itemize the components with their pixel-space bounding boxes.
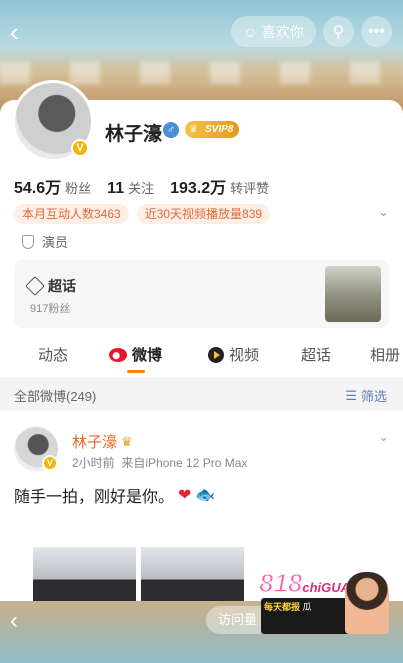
chevron-left-icon[interactable]: ‹ — [10, 607, 18, 635]
post-avatar[interactable]: V — [14, 427, 58, 471]
tab-album[interactable]: 相册 — [370, 344, 400, 365]
heart-icon: ❤ — [178, 487, 192, 504]
all-posts-label: 全部微博(249) — [14, 389, 97, 404]
more-icon: ••• — [368, 22, 385, 40]
chevron-left-icon: ‹ — [10, 17, 19, 47]
svip-badge[interactable]: SVIP8 — [185, 121, 240, 138]
profile-stats: 54.6万 粉丝 11 关注 193.2万 转评赞 — [14, 174, 269, 198]
chaohua-fans: 917粉丝 — [30, 303, 71, 315]
tab-chaohua[interactable]: 超话 — [301, 344, 331, 365]
shield-icon — [22, 234, 34, 249]
video-icon — [208, 346, 224, 363]
like-button[interactable]: ☺ 喜欢你 — [231, 16, 316, 47]
tab-weibo[interactable]: 微博 — [109, 344, 162, 365]
profile-name: 林子濠 — [105, 124, 163, 145]
ad-logo: 818chiGUA — [258, 567, 351, 599]
search-button[interactable]: ⚲ — [323, 16, 354, 47]
ad-banner: 每天都报 瓜 — [261, 598, 351, 634]
search-icon: ⚲ — [332, 23, 345, 41]
more-button[interactable]: ••• — [361, 16, 392, 47]
post-photo[interactable] — [33, 547, 136, 601]
weibo-icon — [109, 347, 127, 362]
filter-button[interactable]: ☰ 筛选 — [345, 386, 387, 405]
profile-role: 演员 — [22, 232, 68, 251]
profile-tabs: 动态 微博 视频 超话 相册 — [0, 340, 403, 374]
fan-icon: ☺ — [243, 23, 258, 40]
ad-person-image — [345, 572, 389, 634]
fish-icon: 🐟 — [195, 487, 216, 504]
stat-following[interactable]: 11 关注 — [107, 178, 154, 198]
chaohua-card[interactable]: 超话 917粉丝 — [14, 260, 389, 328]
verified-badge-icon: V — [42, 455, 58, 471]
male-icon: ♂ — [163, 122, 179, 138]
tag-video-views[interactable]: 近30天视频播放量839 — [136, 204, 271, 224]
profile-tags: 本月互动人数3463 近30天视频播放量839 — [14, 204, 271, 224]
chaohua-thumbnail — [325, 266, 381, 322]
ad-overlay[interactable]: 818chiGUA 每天都报 瓜 — [257, 567, 393, 638]
avatar[interactable]: V — [12, 80, 94, 162]
stat-reposts[interactable]: 193.2万 转评赞 — [170, 174, 269, 198]
like-label: 喜欢你 — [261, 23, 304, 40]
post-photo[interactable] — [141, 547, 244, 601]
filter-icon: ☰ — [345, 387, 357, 403]
verified-badge-icon: V — [71, 139, 89, 157]
tab-dynamic[interactable]: 动态 — [38, 344, 68, 365]
active-tab-indicator — [127, 370, 145, 373]
tag-interactions[interactable]: 本月互动人数3463 — [14, 204, 129, 224]
chevron-down-icon[interactable]: ⌄ — [378, 429, 389, 445]
chevron-down-icon[interactable]: ⌄ — [378, 204, 389, 220]
post-meta: 2小时前 来自iPhone 12 Pro Max — [72, 456, 248, 470]
diamond-icon — [25, 276, 45, 296]
crown-icon: ♛ — [121, 433, 133, 449]
filter-bar: 全部微博(249) ☰ 筛选 — [0, 377, 403, 411]
chaohua-title: 超话 — [25, 276, 76, 296]
post-author[interactable]: 林子濠 ♛ — [72, 431, 133, 452]
tab-video[interactable]: 视频 — [208, 344, 259, 365]
stat-fans[interactable]: 54.6万 粉丝 — [14, 174, 91, 198]
post-text: 随手一拍，刚好是你。 ❤ 🐟 — [14, 487, 216, 506]
profile-card: V 林子濠 ♂ SVIP8 54.6万粉丝 11关注 193.2万转评赞 本月互… — [0, 80, 403, 340]
back-button[interactable]: ‹ — [10, 18, 38, 46]
